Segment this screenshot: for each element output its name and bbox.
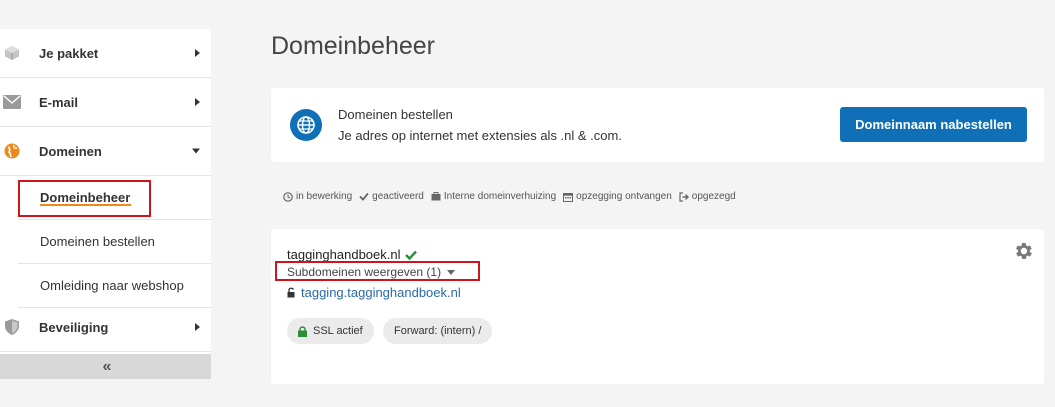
legend-label: opzegging ontvangen xyxy=(576,191,672,202)
caret-down-icon xyxy=(447,269,456,275)
page-title: Domeinbeheer xyxy=(271,32,435,60)
unlock-icon xyxy=(287,287,295,298)
collapse-sidebar-button[interactable]: « xyxy=(0,354,211,379)
box-icon xyxy=(3,45,21,61)
domain-name-row: tagginghandboek.nl xyxy=(287,247,417,262)
active-indicator xyxy=(40,204,131,206)
sidebar-item-e-mail[interactable]: E-mail xyxy=(0,78,211,127)
sidebar-item-label: Domeinen xyxy=(39,143,102,159)
sidebar-item-label: Beveiliging xyxy=(39,319,109,335)
domain-card: tagginghandboek.nl Subdomeinen weergeven… xyxy=(271,229,1044,384)
chevron-right-icon xyxy=(195,98,200,106)
sidebar-item-label: Je pakket xyxy=(39,45,99,61)
subdomain-link-label: tagging.tagginghandboek.nl xyxy=(301,285,461,300)
sidebar-subitem-omleiding-naar-webshop[interactable]: Omleiding naar webshop xyxy=(18,264,211,308)
globe-icon xyxy=(3,143,21,159)
sidebar-item-je-pakket[interactable]: Je pakket xyxy=(0,29,211,78)
order-card-title: Domeinen bestellen xyxy=(338,107,453,122)
envelope-icon xyxy=(3,94,21,110)
forward-badge-label: Forward: (intern) / xyxy=(394,325,482,337)
order-domain-button[interactable]: Domeinnaam nabestellen xyxy=(840,107,1027,142)
lock-icon xyxy=(298,325,307,337)
shield-icon xyxy=(3,319,21,335)
chevron-right-icon xyxy=(195,49,200,57)
ssl-badge-label: SSL actief xyxy=(313,325,363,337)
legend-item-geactiveerd: geactiveerd xyxy=(359,191,424,202)
sidebar-subitem-label: Domeinbeheer xyxy=(40,190,131,205)
legend-label: in bewerking xyxy=(296,191,353,202)
sidebar-subitem-label: Domeinen bestellen xyxy=(40,234,155,249)
legend-item-in-bewerking: in bewerking xyxy=(283,191,352,202)
sidebar-panel: Je pakket E-mail Domeinen Domeinbeheer D… xyxy=(0,29,211,379)
sidebar: Je pakket E-mail Domeinen Domeinbeheer D… xyxy=(0,0,211,407)
briefcase-icon xyxy=(431,192,441,201)
subdomains-toggle-label: Subdomeinen weergeven (1) xyxy=(287,265,442,279)
chevron-right-icon xyxy=(195,323,200,331)
legend-item-opzegging-ontvangen: opzegging ontvangen xyxy=(563,191,672,202)
check-icon xyxy=(404,250,417,260)
legend-label: Interne domeinverhuizing xyxy=(443,191,557,202)
calendar-icon xyxy=(563,192,574,202)
sign-out-icon xyxy=(679,191,689,202)
sidebar-item-label: E-mail xyxy=(39,94,79,110)
sidebar-subitem-domeinbeheer[interactable]: Domeinbeheer xyxy=(18,176,211,220)
clock-icon xyxy=(283,191,293,202)
globe-icon xyxy=(290,109,322,141)
legend-item-opgezegd: opgezegd xyxy=(679,191,736,202)
legend-label: opgezegd xyxy=(691,191,736,202)
chevron-down-icon xyxy=(192,148,200,154)
order-card-description: Je adres op internet met extensies als .… xyxy=(338,128,622,143)
subdomain-link[interactable]: tagging.tagginghandboek.nl xyxy=(287,285,461,300)
sidebar-subitem-domeinen-bestellen[interactable]: Domeinen bestellen xyxy=(18,220,211,264)
sidebar-item-beveiliging[interactable]: Beveiliging xyxy=(0,303,211,352)
forward-badge: Forward: (intern) / xyxy=(383,318,493,344)
sidebar-item-domeinen[interactable]: Domeinen xyxy=(0,127,211,176)
check-icon xyxy=(359,192,369,201)
gear-icon[interactable] xyxy=(1012,240,1034,267)
legend-item-interne-domeinverhuizing: Interne domeinverhuizing xyxy=(431,191,556,202)
sidebar-subitem-label: Omleiding naar webshop xyxy=(40,278,184,293)
ssl-badge: SSL actief xyxy=(287,318,374,344)
order-domains-card: Domeinen bestellen Je adres op internet … xyxy=(271,88,1044,162)
status-legend: in bewerking geactiveerd Interne domeinv… xyxy=(283,191,743,202)
subdomains-toggle[interactable]: Subdomeinen weergeven (1) xyxy=(287,265,456,279)
domain-name: tagginghandboek.nl xyxy=(287,247,401,262)
legend-label: geactiveerd xyxy=(372,191,424,202)
